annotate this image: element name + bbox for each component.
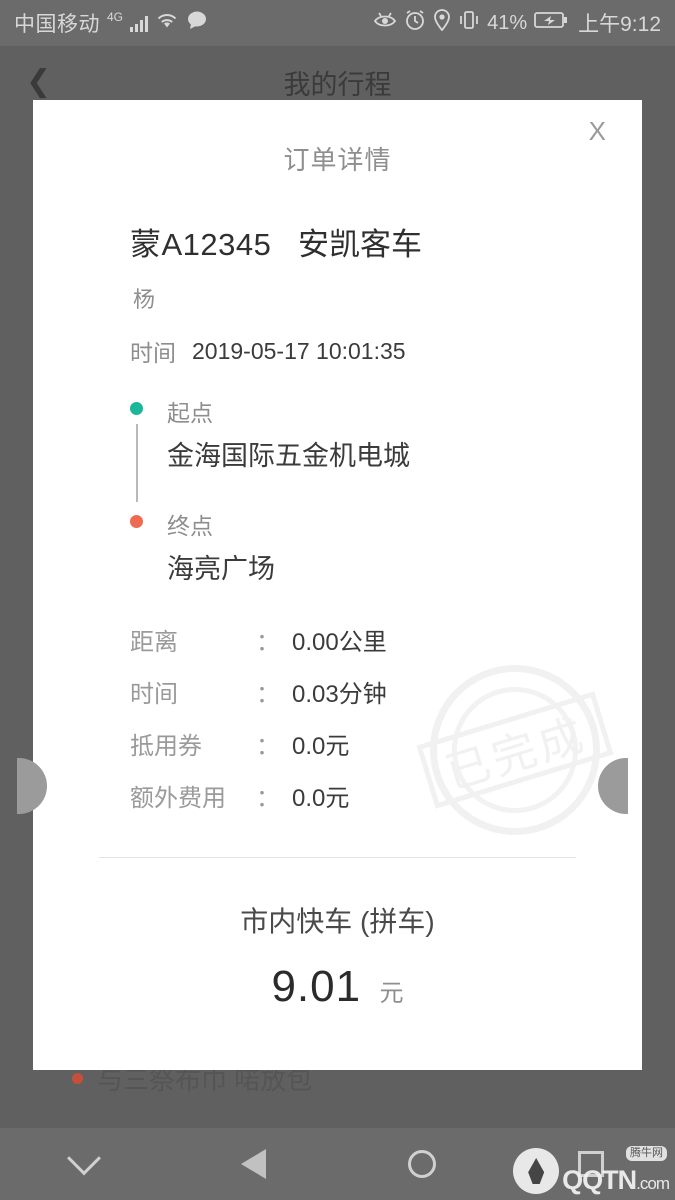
dialog-divider: [99, 857, 576, 858]
detail-label: 距离: [130, 629, 178, 656]
detail-value: 0.0元: [292, 733, 350, 760]
route-start-row: 起点: [130, 394, 642, 428]
status-bar: 中国移动 4G 41% 上午9:12: [0, 0, 675, 46]
detail-row: 时间 ： 0.03分钟: [130, 674, 642, 709]
qqtn-badge-label: 腾牛网: [626, 1146, 667, 1162]
fare-section: 市内快车 (拼车) 9.01 元: [33, 900, 642, 1012]
detail-row: 距离 ： 0.00公里: [130, 622, 642, 657]
detail-colon: ：: [256, 733, 280, 760]
message-bubble-icon: [186, 10, 208, 36]
route-end-row: 终点: [130, 507, 642, 541]
home-circle-icon: [407, 1150, 436, 1178]
network-type-label: 4G: [107, 10, 124, 24]
dialog-body: X 订单详情 蒙A12345 安凯客车 杨 时间 2019-05-17 10:0…: [33, 100, 642, 1070]
service-type-label: 市内快车 (拼车): [240, 906, 435, 937]
qqtn-wordmark: QQTN.com: [562, 1165, 670, 1195]
detail-label: 额外费用: [130, 785, 226, 812]
detail-colon: ：: [256, 785, 280, 812]
order-detail-dialog: 已完成 X 订单详情 蒙A12345 安凯客车 杨 时间 2019-05-17 …: [33, 100, 642, 1070]
back-triangle-icon: [240, 1149, 266, 1179]
detail-row: 抵用券 ： 0.0元: [130, 726, 642, 761]
close-icon[interactable]: X: [579, 112, 616, 150]
order-time-value: 2019-05-17 10:01:35: [192, 337, 406, 364]
detail-label: 时间: [130, 681, 178, 708]
status-bar-left: 中国移动 4G: [14, 8, 208, 38]
back-chevron-icon[interactable]: ❮: [26, 67, 51, 97]
battery-charging-icon: [534, 10, 568, 36]
clock-label: 上午9:12: [578, 13, 661, 36]
fare-line: 9.01 元: [33, 962, 642, 1012]
carrier-label: 中国移动: [14, 13, 100, 36]
detail-label: 抵用券: [130, 733, 202, 760]
wifi-icon: [155, 11, 179, 35]
qqtn-watermark: QQTN.com 腾牛网: [513, 1146, 670, 1195]
detail-row: 额外费用 ： 0.0元: [130, 778, 642, 813]
detail-value: 0.0元: [292, 785, 350, 812]
plate-number: 蒙A12345: [130, 227, 272, 262]
vehicle-info: 蒙A12345 安凯客车: [130, 219, 642, 264]
page-title: 我的行程: [283, 69, 392, 100]
battery-percent-label: 41%: [487, 11, 528, 34]
end-label: 终点: [167, 513, 213, 539]
chevron-down-icon: [67, 1141, 102, 1176]
signal-bars-icon: [130, 15, 149, 32]
dialog-title: 订单详情: [283, 145, 392, 175]
detail-value: 0.03分钟: [292, 681, 387, 708]
qqtn-logo-icon: [513, 1148, 560, 1194]
route-spacer: [130, 473, 642, 507]
start-dot-icon: [130, 402, 143, 415]
start-label: 起点: [167, 400, 213, 426]
vehicle-model: 安凯客车: [298, 227, 423, 262]
route-block: 起点 金海国际五金机电城 终点 海亮广场: [130, 394, 642, 586]
fare-unit: 元: [379, 980, 404, 1007]
status-bar-right: 41% 上午9:12: [373, 8, 661, 38]
detail-colon: ：: [256, 629, 280, 656]
location-pin-icon: [433, 9, 451, 37]
eye-icon: [373, 11, 397, 35]
route-connector-line: [136, 424, 138, 502]
nav-home-button[interactable]: [338, 1150, 507, 1178]
start-address: 金海国际五金机电城: [167, 441, 410, 471]
order-time-label: 时间: [130, 340, 176, 366]
order-time-row: 时间 2019-05-17 10:01:35: [130, 334, 642, 368]
detail-colon: ：: [256, 681, 280, 708]
nav-collapse-button[interactable]: [0, 1141, 169, 1176]
detail-value: 0.00公里: [292, 629, 387, 656]
alarm-clock-icon: [404, 9, 426, 37]
driver-name: 杨: [133, 287, 156, 312]
end-dot-icon: [130, 515, 143, 528]
nav-back-button[interactable]: [169, 1149, 338, 1179]
vibrate-icon: [458, 9, 480, 37]
order-detail-list: 距离 ： 0.00公里 时间 ： 0.03分钟 抵用券 ： 0.0元 额外费用 …: [130, 622, 642, 813]
end-address: 海亮广场: [167, 554, 275, 584]
fare-amount: 9.01: [271, 962, 362, 1011]
list-item-dot-icon: [72, 1073, 83, 1084]
